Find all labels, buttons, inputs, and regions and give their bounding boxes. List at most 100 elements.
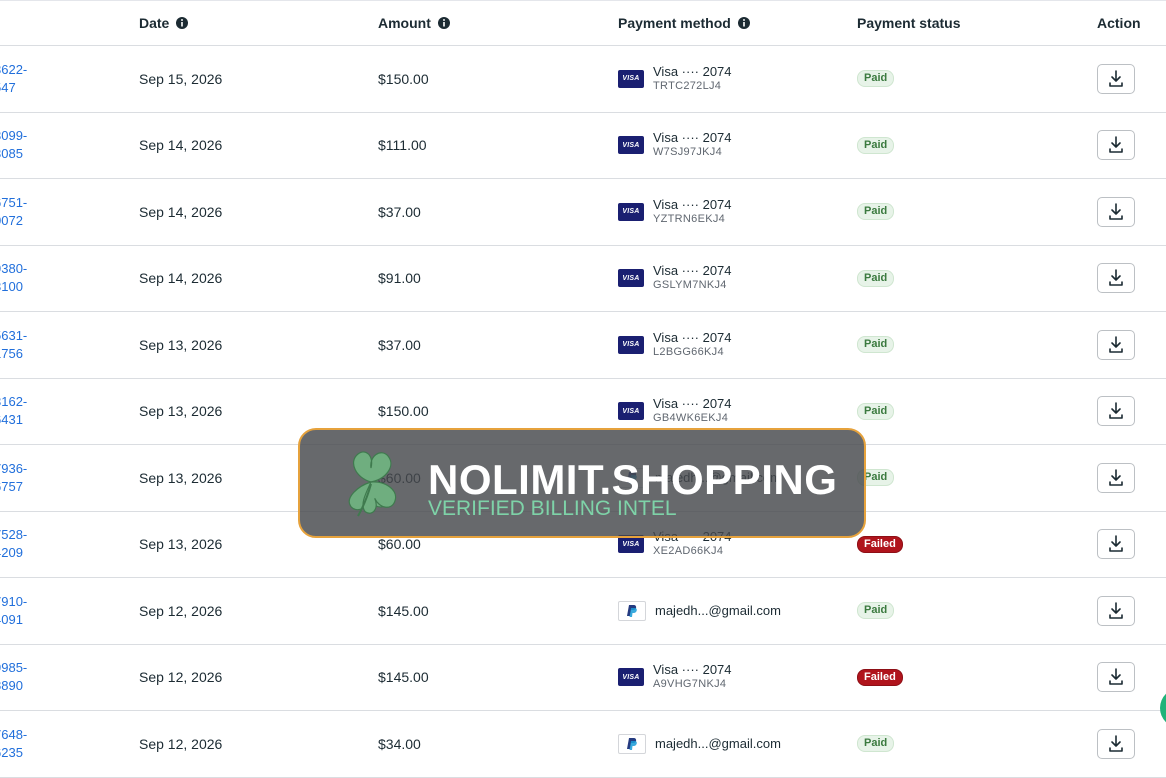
billing-table: Date Amount Payment method Payment statu…: [0, 0, 1166, 778]
payment-method-text: Visa ···· 2074 W7SJ97JKJ4: [653, 130, 732, 160]
payment-method-main: majedh...@gmail.com: [655, 603, 781, 618]
payment-method-main: Visa ···· 2074: [653, 63, 732, 79]
status-badge: Paid: [857, 336, 895, 353]
download-button[interactable]: [1097, 396, 1135, 426]
table-row[interactable]: 9985- 8890 Sep 12, 2026 $145.00 VISA Vis…: [0, 645, 1166, 711]
transaction-amount-text: $60.00: [378, 536, 421, 552]
info-icon[interactable]: [737, 16, 751, 30]
transaction-id-line2: 8890: [0, 678, 23, 693]
download-button[interactable]: [1097, 662, 1135, 692]
transaction-date-text: Sep 14, 2026: [139, 203, 223, 220]
header-payment-method-label: Payment method: [618, 15, 731, 31]
download-icon: [1109, 269, 1123, 286]
transaction-id-line2: 4209: [0, 545, 23, 560]
download-icon: [1109, 69, 1123, 87]
info-icon[interactable]: [175, 16, 189, 30]
payment-status: Failed: [857, 645, 903, 710]
status-badge: Failed: [857, 535, 903, 553]
transaction-date: Sep 13, 2026: [139, 512, 222, 577]
download-button[interactable]: [1097, 130, 1135, 160]
transaction-id-line1: 7910-: [0, 593, 28, 609]
card-icon: [618, 733, 646, 754]
transaction-id-link[interactable]: 7936- 6757: [0, 445, 27, 510]
header-date-label: Date: [139, 15, 170, 31]
transaction-id-line1: 7936-: [0, 460, 28, 476]
transaction-date-text: Sep 12, 2026: [139, 669, 223, 685]
transaction-id-link[interactable]: 9985- 8890: [0, 645, 27, 710]
download-button[interactable]: [1097, 63, 1135, 94]
transaction-id-link[interactable]: 3622- 547: [0, 46, 27, 111]
transaction-id-line1: 7648-: [0, 726, 28, 742]
transaction-id-link[interactable]: 7528- 4209: [0, 512, 27, 577]
payment-method-main: Visa ···· 2074: [653, 263, 732, 278]
payment-status: Paid: [857, 179, 895, 244]
transaction-id-link[interactable]: 9380- 3100: [0, 246, 27, 311]
transaction-date: Sep 12, 2026: [139, 578, 222, 643]
download-icon: [1109, 668, 1123, 685]
action-cell: [1097, 179, 1135, 244]
download-button[interactable]: [1097, 263, 1135, 293]
transaction-id-link[interactable]: 7910- 4091: [0, 578, 27, 643]
action-cell: [1097, 578, 1135, 643]
header-payment-status[interactable]: Payment status: [857, 1, 960, 45]
transaction-date-text: Sep 14, 2026: [139, 137, 223, 153]
table-body: 3622- 547 Sep 15, 2026 $150.00 VISA Visa…: [0, 46, 1166, 778]
download-icon: [1109, 601, 1123, 619]
table-row[interactable]: 7910- 4091 Sep 12, 2026 $145.00 majedh..…: [0, 578, 1166, 645]
transaction-id-link[interactable]: 3162- 6431: [0, 379, 27, 444]
payment-status: Paid: [857, 578, 895, 643]
download-button[interactable]: [1097, 329, 1135, 360]
transaction-id-link[interactable]: 7648- 6235: [0, 711, 27, 776]
table-row[interactable]: 7648- 6235 Sep 12, 2026 $34.00 majedh...…: [0, 711, 1166, 778]
transaction-date: Sep 13, 2026: [139, 312, 222, 377]
info-icon[interactable]: [437, 16, 451, 30]
payment-method-main: majedh...@gmail.com: [655, 736, 781, 751]
table-row[interactable]: 9380- 3100 Sep 14, 2026 $91.00 VISA Visa…: [0, 246, 1166, 312]
status-badge: Paid: [857, 70, 895, 87]
transaction-date-text: Sep 13, 2026: [139, 536, 223, 552]
payment-method-sub: YZTRN6EKJ4: [653, 212, 726, 225]
payment-method: majedh...@gmail.com: [618, 578, 781, 643]
transaction-date: Sep 12, 2026: [139, 711, 222, 776]
download-button[interactable]: [1097, 728, 1135, 759]
transaction-id-link[interactable]: 3099- 3085: [0, 113, 27, 178]
table-row[interactable]: 5631- 1756 Sep 13, 2026 $37.00 VISA Visa…: [0, 312, 1166, 379]
transaction-amount-text: $34.00: [378, 735, 421, 752]
download-icon: [1109, 734, 1123, 752]
download-button[interactable]: [1097, 462, 1135, 493]
transaction-date-text: Sep 13, 2026: [139, 403, 223, 419]
action-cell: [1097, 113, 1135, 178]
payment-method-sub: XE2AD66KJ4: [653, 545, 724, 557]
download-button[interactable]: [1097, 595, 1135, 626]
transaction-id-link[interactable]: 6751- 0072: [0, 179, 27, 244]
table-row[interactable]: 3099- 3085 Sep 14, 2026 $111.00 VISA Vis…: [0, 113, 1166, 179]
transaction-amount: $145.00: [378, 578, 429, 643]
header-amount[interactable]: Amount: [378, 1, 451, 45]
transaction-id-line1: 6751-: [0, 194, 28, 210]
action-cell: [1097, 512, 1135, 577]
status-badge: Paid: [857, 203, 895, 220]
table-row[interactable]: 6751- 0072 Sep 14, 2026 $37.00 VISA Visa…: [0, 179, 1166, 246]
header-payment-method[interactable]: Payment method: [618, 1, 751, 45]
transaction-id-line1: 7528-: [0, 527, 28, 542]
transaction-amount-text: $145.00: [378, 602, 429, 619]
header-date[interactable]: Date: [139, 1, 189, 45]
transaction-id-line2: 6235: [0, 744, 23, 760]
transaction-date-text: Sep 13, 2026: [139, 336, 223, 353]
table-row[interactable]: 3622- 547 Sep 15, 2026 $150.00 VISA Visa…: [0, 46, 1166, 113]
transaction-date-text: Sep 12, 2026: [139, 602, 223, 619]
transaction-date-text: Sep 12, 2026: [139, 735, 223, 752]
transaction-id-line2: 6757: [0, 478, 23, 494]
payment-method: VISA Visa ···· 2074 TRTC272LJ4: [618, 46, 732, 111]
transaction-amount-text: $145.00: [378, 669, 429, 685]
download-button[interactable]: [1097, 196, 1135, 227]
download-button[interactable]: [1097, 529, 1135, 559]
payment-method-main: Visa ···· 2074: [653, 329, 732, 345]
payment-method-sub: W7SJ97JKJ4: [653, 146, 723, 158]
card-icon: VISA: [618, 402, 644, 420]
transaction-id-line1: 5631-: [0, 327, 28, 343]
payment-method-text: majedh...@gmail.com: [655, 603, 781, 618]
transaction-date: Sep 14, 2026: [139, 246, 222, 311]
download-icon: [1109, 335, 1123, 353]
transaction-id-link[interactable]: 5631- 1756: [0, 312, 27, 377]
